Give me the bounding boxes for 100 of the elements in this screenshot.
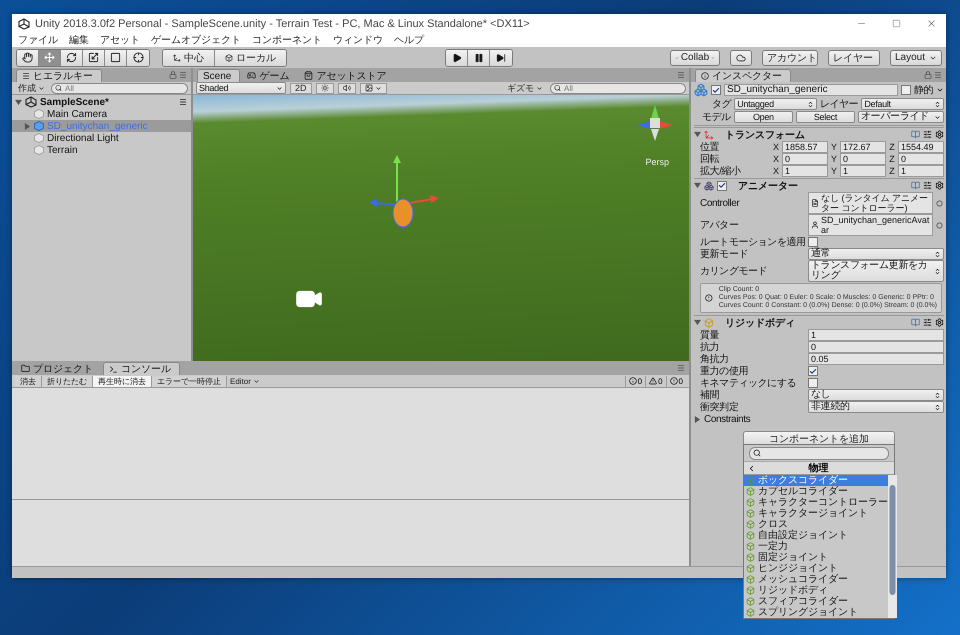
editor-dropdown[interactable]: Editor <box>227 376 263 386</box>
checkbox[interactable] <box>711 85 721 95</box>
component-menu-item[interactable]: メッシュコライダー <box>744 574 888 585</box>
view-tab[interactable]: コンソール <box>103 362 180 375</box>
lock-icon[interactable] <box>169 71 177 79</box>
hierarchy-item[interactable]: Main Camera <box>12 108 191 120</box>
console-toggle[interactable]: 消去 <box>15 376 42 386</box>
console-toggle[interactable]: 再生時に消去 <box>93 376 152 386</box>
2d-toggle[interactable]: 2D <box>290 82 312 94</box>
dropdown[interactable]: なし <box>808 389 944 401</box>
lighting-toggle[interactable] <box>316 82 334 94</box>
expand-arrow-icon[interactable] <box>694 319 701 326</box>
collab-dropdown[interactable]: Collab <box>670 50 720 66</box>
settings-icon[interactable] <box>935 318 944 327</box>
object-picker-icon[interactable] <box>936 222 943 228</box>
search-field[interactable]: All <box>550 82 686 94</box>
log-count-toggle[interactable]: 0 <box>624 376 646 386</box>
checkbox[interactable] <box>808 237 818 247</box>
number-field[interactable]: 0 <box>840 153 886 165</box>
preset-icon[interactable] <box>923 318 932 327</box>
menu-icon[interactable] <box>179 98 187 106</box>
open-button[interactable]: Open <box>734 111 793 123</box>
console-toggle[interactable]: エラーで一時停止 <box>152 376 227 386</box>
lock-icon[interactable] <box>924 71 932 79</box>
audio-toggle[interactable] <box>338 82 356 94</box>
shading-dropdown[interactable]: Shaded <box>196 82 286 94</box>
layers-dropdown[interactable]: レイヤー <box>828 50 880 66</box>
number-field[interactable]: 172.67 <box>840 141 886 153</box>
object-picker-icon[interactable] <box>936 200 943 206</box>
checkbox[interactable] <box>808 366 818 376</box>
menu-item[interactable]: ファイル <box>18 33 58 47</box>
dropdown[interactable]: 通常 <box>808 248 944 260</box>
component-menu-item[interactable]: ボックスコライダー <box>744 475 888 486</box>
step-button[interactable] <box>490 50 512 66</box>
inspector-tab[interactable]: インスペクター <box>695 69 791 82</box>
gizmos-dropdown[interactable]: ギズモ <box>504 82 546 94</box>
preset-icon[interactable] <box>923 130 932 139</box>
expand-arrow-icon[interactable] <box>15 98 22 106</box>
component-menu-item[interactable]: カプセルコライダー <box>744 486 888 497</box>
tool-button[interactable] <box>105 50 127 66</box>
number-field[interactable]: 0.05 <box>808 353 944 365</box>
view-tab[interactable]: プロジェクト <box>16 362 101 375</box>
checkbox[interactable] <box>717 180 727 190</box>
expand-arrow-icon[interactable] <box>694 182 701 189</box>
number-field[interactable]: 0 <box>808 341 944 353</box>
effects-dropdown[interactable] <box>360 82 387 94</box>
help-icon[interactable] <box>911 318 920 327</box>
overrides-dropdown[interactable]: オーバーライド <box>858 111 944 123</box>
component-menu-item[interactable]: クロス <box>744 519 888 530</box>
view-tab[interactable]: アセットストア <box>299 69 394 82</box>
number-field[interactable]: 1 <box>840 165 886 177</box>
pause-button[interactable] <box>468 50 490 66</box>
help-icon[interactable] <box>911 130 920 139</box>
component-menu-item[interactable]: 固定ジョイント <box>744 552 888 563</box>
console-toggle[interactable]: 折りたたむ <box>42 376 93 386</box>
menu-item[interactable]: 編集 <box>69 33 89 47</box>
tool-button[interactable] <box>61 50 83 66</box>
number-field[interactable]: 1 <box>898 165 944 177</box>
name-field[interactable]: SD_unitychan_generic <box>724 84 898 96</box>
object-field[interactable]: なし (ランタイム アニメーター コントローラー) <box>808 192 933 214</box>
search-field[interactable]: All <box>51 82 188 94</box>
dropdown[interactable]: 非連続的 <box>808 401 944 413</box>
checkbox[interactable] <box>808 378 818 388</box>
menu-item[interactable]: ゲームオブジェクト <box>151 33 241 47</box>
pivot-button[interactable]: 中心 <box>163 50 215 66</box>
layout-dropdown[interactable]: Layout <box>890 50 942 66</box>
number-field[interactable]: 1858.57 <box>782 141 828 153</box>
caret-icon[interactable] <box>936 86 944 94</box>
log-count-toggle[interactable]: 0 <box>666 376 686 386</box>
hierarchy-tab[interactable]: ヒエラルキー <box>16 69 102 82</box>
expand-arrow-icon[interactable] <box>694 416 701 422</box>
back-icon[interactable] <box>747 464 756 472</box>
component-menu-item[interactable]: キャラクターコントローラー <box>744 497 888 508</box>
help-icon[interactable] <box>911 181 920 190</box>
account-dropdown[interactable]: アカウント <box>762 50 818 66</box>
settings-icon[interactable] <box>935 130 944 139</box>
hierarchy-item[interactable]: Directional Light <box>12 132 191 144</box>
tag-dropdown[interactable]: Untagged <box>734 98 817 110</box>
component-menu-item[interactable]: キャラクタージョイント <box>744 508 888 519</box>
component-menu-item[interactable]: スプリングジョイント <box>744 607 888 618</box>
select-button[interactable]: Select <box>796 111 855 123</box>
tool-button[interactable] <box>17 50 39 66</box>
scene-item[interactable]: SampleScene* <box>40 96 109 108</box>
rotation-button[interactable]: ローカル <box>215 50 286 66</box>
create-dropdown[interactable]: 作成 <box>15 82 48 94</box>
component-menu-item[interactable]: ヒンジジョイント <box>744 563 888 574</box>
menu-item[interactable]: ウィンドウ <box>333 33 383 47</box>
menu-item[interactable]: コンポーネント <box>252 33 322 47</box>
menu-item[interactable]: アセット <box>100 33 140 47</box>
tool-button[interactable] <box>127 50 149 66</box>
component-menu-item[interactable]: スフィアコライダー <box>744 596 888 607</box>
view-tab[interactable]: Scene <box>197 69 240 82</box>
cloud-button[interactable] <box>730 50 752 66</box>
number-field[interactable]: 1554.49 <box>898 141 944 153</box>
number-field[interactable]: 0 <box>898 153 944 165</box>
number-field[interactable]: 1 <box>808 329 944 341</box>
view-tab[interactable]: ゲーム <box>242 69 298 82</box>
constraints-label[interactable]: Constraints <box>704 414 750 424</box>
component-menu-item[interactable]: 一定力 <box>744 541 888 552</box>
search-field[interactable] <box>749 446 889 460</box>
